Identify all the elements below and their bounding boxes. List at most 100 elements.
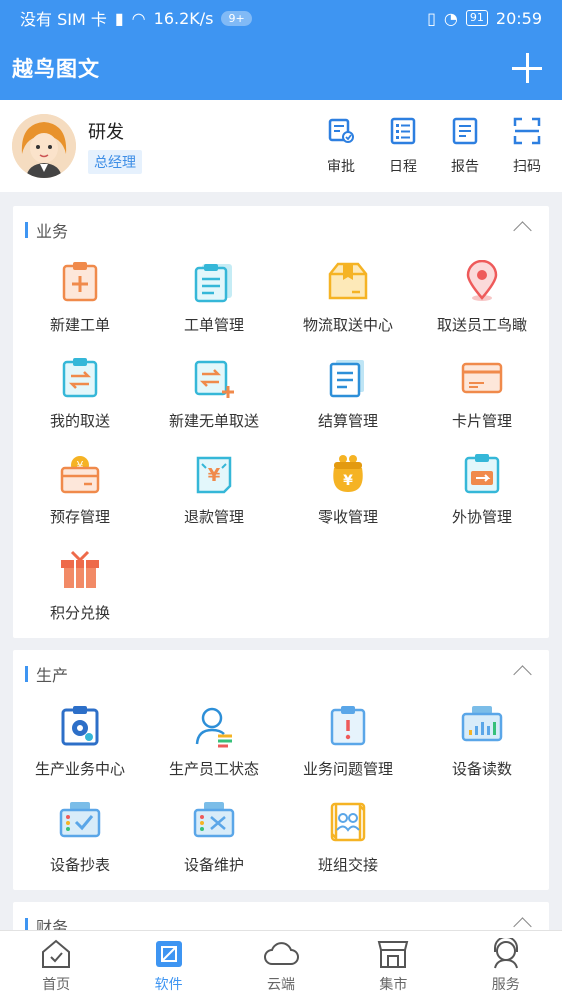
- logistics-box-icon: [328, 262, 368, 300]
- item-issue[interactable]: 业务问题管理: [281, 698, 415, 794]
- approval-icon: [328, 118, 354, 143]
- section-title: 生产: [36, 666, 69, 685]
- bottom-nav: 首页 软件 云端 集市 服务: [0, 930, 562, 1001]
- device-maintain-icon: [193, 802, 235, 838]
- item-staff-status[interactable]: 生产员工状态: [147, 698, 281, 794]
- item-logistics[interactable]: 物流取送中心: [281, 254, 415, 350]
- production-gear-icon: [61, 706, 99, 746]
- item-label: 业务问题管理: [302, 760, 393, 778]
- new-delivery-icon: [194, 360, 234, 398]
- item-new-ticket[interactable]: 新建工单: [13, 254, 147, 350]
- avatar[interactable]: [12, 114, 76, 178]
- notification-badge: 9+: [221, 10, 252, 26]
- nav-label: 集市: [379, 977, 408, 993]
- item-production-center[interactable]: 生产业务中心: [13, 698, 147, 794]
- new-ticket-icon: [62, 262, 98, 302]
- item-new-delivery[interactable]: 新建无单取送: [147, 350, 281, 446]
- service-icon: [493, 938, 518, 969]
- card-icon: [461, 362, 503, 394]
- item-label: 积分兑换: [49, 604, 110, 622]
- section-title: 业务: [36, 222, 69, 241]
- item-team-handover[interactable]: 班组交接: [281, 794, 415, 890]
- gift-icon: [61, 550, 99, 588]
- item-label: 新建无单取送: [168, 412, 259, 430]
- item-label: 取送员工鸟瞰: [436, 316, 527, 334]
- cloud-icon: [263, 942, 299, 965]
- time: 20:59: [495, 8, 542, 28]
- schedule-label: 日程: [389, 159, 417, 175]
- nav-software[interactable]: 软件: [129, 938, 209, 994]
- item-device-reading[interactable]: 设备读数: [415, 698, 549, 794]
- item-my-delivery[interactable]: 我的取送: [13, 350, 147, 446]
- schedule-button[interactable]: 日程: [380, 116, 426, 176]
- item-settlement[interactable]: 结算管理: [281, 350, 415, 446]
- my-delivery-icon: [62, 358, 98, 398]
- location-pin-icon: [466, 260, 498, 301]
- item-device-maintain[interactable]: 设备维护: [147, 794, 281, 890]
- approval-label: 审批: [327, 159, 355, 175]
- item-birdview[interactable]: 取送员工鸟瞰: [415, 254, 549, 350]
- item-label: 我的取送: [49, 412, 110, 430]
- report-button[interactable]: 报告: [442, 116, 488, 176]
- item-outsource[interactable]: 外协管理: [415, 446, 549, 542]
- item-ticket-manage[interactable]: 工单管理: [147, 254, 281, 350]
- nav-label: 软件: [154, 977, 183, 993]
- chevron-up-icon[interactable]: [513, 665, 532, 684]
- nav-service[interactable]: 服务: [466, 938, 546, 994]
- carrier-text: 没有 SIM 卡: [20, 10, 107, 29]
- item-device-meter[interactable]: 设备抄表: [13, 794, 147, 890]
- nav-market[interactable]: 集市: [353, 938, 433, 994]
- app-title: 越鸟图文: [12, 57, 100, 81]
- home-icon: [42, 939, 71, 968]
- item-purse[interactable]: ¥ 零收管理: [281, 446, 415, 542]
- sim-icon: ▮: [114, 8, 124, 28]
- prepaid-icon: ¥: [60, 456, 100, 494]
- nav-label: 云端: [266, 977, 295, 993]
- team-handover-icon: [330, 802, 366, 842]
- item-label: 预存管理: [49, 508, 110, 526]
- item-refund[interactable]: ¥ 退款管理: [147, 446, 281, 542]
- device-meter-icon: [59, 802, 101, 838]
- add-button[interactable]: [510, 51, 544, 85]
- item-label: 设备维护: [183, 856, 244, 874]
- item-label: 退款管理: [183, 508, 244, 526]
- wifi-icon: ◠: [131, 8, 146, 28]
- vibrate-icon: ▯: [427, 8, 436, 28]
- schedule-icon: [390, 117, 416, 145]
- nav-home[interactable]: 首页: [16, 938, 96, 994]
- chevron-up-icon[interactable]: [513, 221, 532, 240]
- approval-button[interactable]: 审批: [318, 116, 364, 176]
- market-icon: [378, 941, 409, 968]
- user-name: 研发: [88, 122, 124, 143]
- scan-button[interactable]: 扫码: [504, 116, 550, 176]
- ticket-manage-icon: [194, 264, 232, 303]
- user-role-badge: 总经理: [88, 150, 142, 174]
- nav-label: 首页: [42, 977, 71, 993]
- scan-icon: [513, 117, 541, 145]
- nav-cloud[interactable]: 云端: [241, 938, 321, 994]
- purse-icon: ¥: [333, 455, 363, 492]
- settlement-icon: [329, 360, 364, 398]
- issue-icon: [330, 706, 366, 746]
- status-bar: 没有 SIM 卡 ▮ ◠ 16.2K/s 9+ ▯ ◔ 91 20:59: [0, 0, 562, 36]
- app-header: 越鸟图文: [0, 36, 562, 100]
- scan-label: 扫码: [513, 159, 541, 175]
- section-production: 生产 生产业务中心 生产员工状态 业务问题管理 设备读数 设备抄表 设备维护 班…: [13, 650, 549, 890]
- staff-status-icon: [195, 707, 232, 748]
- item-label: 生产业务中心: [34, 760, 125, 778]
- outsource-icon: [464, 454, 500, 494]
- profile-card: 研发 总经理 审批 日程 报告 扫码: [0, 100, 562, 192]
- speedometer-icon: ◔: [443, 8, 458, 28]
- refund-icon: ¥: [196, 456, 232, 494]
- item-card[interactable]: 卡片管理: [415, 350, 549, 446]
- item-label: 零收管理: [317, 508, 378, 526]
- network-speed: 16.2K/s: [153, 8, 214, 28]
- item-prepaid[interactable]: ¥ 预存管理: [13, 446, 147, 542]
- item-label: 生产员工状态: [168, 760, 259, 778]
- svg-text:¥: ¥: [208, 465, 221, 486]
- item-label: 外协管理: [451, 508, 512, 526]
- item-label: 设备抄表: [49, 856, 110, 874]
- item-label: 班组交接: [317, 856, 378, 874]
- item-gift[interactable]: 积分兑换: [13, 542, 147, 638]
- device-reading-icon: [461, 706, 503, 742]
